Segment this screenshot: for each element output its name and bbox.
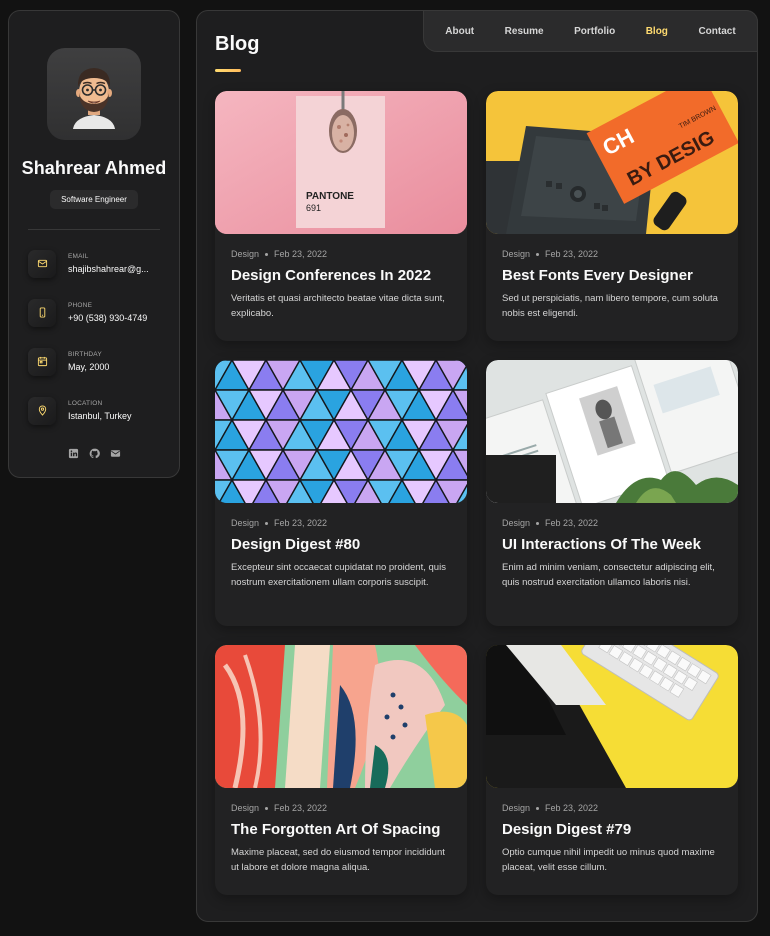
calendar-icon [28,347,56,376]
post-title[interactable]: Best Fonts Every Designer [502,266,722,286]
top-navbar: About Resume Portfolio Blog Contact [423,10,758,52]
post-excerpt: Enim ad minim veniam, consectetur adipis… [502,562,715,588]
contact-location: LOCATION Istanbul, Turkey [28,386,160,435]
blog-post-card[interactable]: CH BY DESIG TIM BROWN Design Feb 23, 202… [486,91,738,341]
post-excerpt: Optio cumque nihil impedit uo minus quod… [502,847,715,873]
post-date: Feb 23, 2022 [274,249,328,259]
meta-dot [536,806,540,810]
mail-icon[interactable] [109,447,121,459]
contact-label: BIRTHDAY [68,351,102,358]
post-thumbnail: PANTONE 691 [215,91,467,234]
social-links [67,447,121,459]
post-title[interactable]: UI Interactions Of The Week [502,535,722,555]
post-date: Feb 23, 2022 [545,803,599,813]
meta-dot [265,806,269,810]
post-date: Feb 23, 2022 [274,803,328,813]
contact-label: LOCATION [68,400,103,407]
post-title[interactable]: Design Digest #80 [231,535,451,555]
profile-sidebar: Shahrear Ahmed Software Engineer EMAIL s… [8,10,180,478]
post-thumbnail: CH BY DESIG TIM BROWN [486,91,738,234]
meta-dot [536,521,540,525]
contact-phone: PHONE +90 (538) 930-4749 [28,288,160,337]
pantone-number: 691 [306,203,321,213]
meta-dot [265,521,269,525]
birthday-value: May, 2000 [68,362,110,372]
blog-post-card[interactable]: PANTONE 691 Design Feb 23, 2022 Design C… [215,91,467,341]
post-thumbnail [215,645,467,788]
blog-post-card[interactable]: Design Feb 23, 2022 Design Digest #80 Ex… [215,360,467,626]
post-category: Design [231,518,260,528]
post-excerpt: Excepteur sint occaecat cupidatat no pro… [231,562,446,588]
blog-panel: About Resume Portfolio Blog Contact Blog [196,10,758,922]
sidebar-separator [28,229,160,230]
post-category: Design [502,803,531,813]
post-date: Feb 23, 2022 [274,518,328,528]
contacts-list: EMAIL shajibshahrear@g... PHONE +90 (538… [9,239,179,435]
post-date: Feb 23, 2022 [545,518,599,528]
blog-post-card[interactable]: Design Feb 23, 2022 Design Digest #79 Op… [486,645,738,895]
location-pin-icon [28,396,56,425]
github-icon[interactable] [88,447,100,459]
meta-dot [536,252,540,256]
post-title[interactable]: Design Digest #79 [502,820,722,840]
post-category: Design [502,249,531,259]
post-excerpt: Maxime placeat, sed do eiusmod tempor in… [231,847,445,873]
linkedin-icon[interactable] [67,447,79,459]
location-value: Istanbul, Turkey [68,411,132,421]
post-title[interactable]: The Forgotten Art Of Spacing [231,820,451,840]
pantone-label: PANTONE [306,191,354,202]
nav-blog[interactable]: Blog [646,26,668,37]
nav-about[interactable]: About [445,26,474,37]
meta-dot [265,252,269,256]
nav-portfolio[interactable]: Portfolio [574,26,615,37]
blog-post-card[interactable]: Design Feb 23, 2022 UI Interactions Of T… [486,360,738,626]
contact-email: EMAIL shajibshahrear@g... [28,239,160,288]
post-thumbnail [486,645,738,788]
post-date: Feb 23, 2022 [545,249,599,259]
post-thumbnail [486,360,738,503]
contact-label: EMAIL [68,253,89,260]
post-title[interactable]: Design Conferences In 2022 [231,266,451,286]
contact-label: PHONE [68,302,93,309]
nav-contact[interactable]: Contact [698,26,735,37]
page-title: Blog [215,33,260,55]
blog-posts-grid: PANTONE 691 Design Feb 23, 2022 Design C… [215,91,738,895]
post-thumbnail [215,360,467,503]
blog-post-card[interactable]: Design Feb 23, 2022 The Forgotten Art Of… [215,645,467,895]
mail-icon [28,249,56,278]
phone-icon [28,298,56,327]
post-excerpt: Sed ut perspiciatis, nam libero tempore,… [502,293,718,319]
avatar [47,48,141,140]
profile-name: Shahrear Ahmed [21,158,167,178]
email-link[interactable]: shajibshahrear@g... [68,264,149,274]
post-category: Design [502,518,531,528]
contact-birthday: BIRTHDAY May, 2000 [28,337,160,386]
profile-title-badge: Software Engineer [50,190,138,209]
phone-link[interactable]: +90 (538) 930-4749 [68,313,147,323]
post-category: Design [231,803,260,813]
nav-resume[interactable]: Resume [505,26,544,37]
post-excerpt: Veritatis et quasi architecto beatae vit… [231,293,445,319]
title-underline [215,69,241,72]
post-category: Design [231,249,260,259]
